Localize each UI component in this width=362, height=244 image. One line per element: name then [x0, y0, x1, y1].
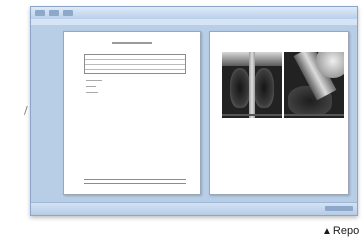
frontal-chest-xray-image[interactable]: [222, 52, 282, 118]
report-text-line: [86, 80, 102, 81]
triangle-up-icon: ▲: [322, 226, 332, 237]
report-footer: [84, 179, 186, 184]
zoom-control[interactable]: [325, 206, 353, 211]
app-icon[interactable]: [35, 10, 45, 16]
undo-icon[interactable]: [63, 10, 73, 16]
lateral-chest-xray-image[interactable]: [284, 52, 344, 118]
caption-text: Repo: [332, 225, 360, 237]
margin-glyph: /: [24, 104, 28, 117]
report-page-left: [63, 31, 201, 195]
form-row: [85, 70, 185, 74]
figure-caption: ▲Repo: [322, 225, 359, 237]
report-viewer-window: [30, 6, 358, 216]
quick-access-toolbar: [35, 10, 73, 16]
document-workspace[interactable]: [31, 25, 357, 203]
report-text-line: [86, 92, 98, 93]
report-text-line: [86, 86, 96, 87]
report-header-form: [84, 54, 186, 74]
save-icon[interactable]: [49, 10, 59, 16]
report-page-right: [209, 31, 349, 195]
status-bar: [31, 202, 357, 215]
